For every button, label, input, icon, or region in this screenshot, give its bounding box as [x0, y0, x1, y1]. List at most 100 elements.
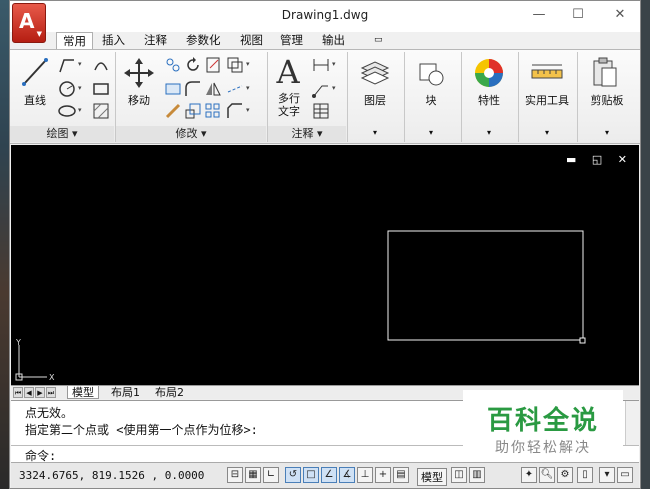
dropdown-arrow-icon[interactable]: ▾	[520, 128, 574, 137]
tab-layout2[interactable]: 布局2	[151, 386, 188, 399]
model-space-toggle[interactable]: 模型	[417, 468, 447, 486]
explode-icon[interactable]	[226, 80, 244, 98]
table-icon[interactable]	[312, 102, 330, 120]
last-tab-icon[interactable]: ⏭	[46, 387, 56, 398]
dropdown-arrow-icon[interactable]: ▾	[410, 128, 452, 137]
tab-parametric[interactable]: 参数化	[180, 32, 227, 49]
dropdown-arrow-icon[interactable]: ▾	[354, 128, 396, 137]
quick-view-layouts-icon[interactable]: ◫	[451, 467, 467, 483]
polar-tracking-icon[interactable]: ↺	[285, 467, 301, 483]
grip-handle[interactable]	[579, 337, 586, 344]
application-menu-button[interactable]: A ▼	[12, 3, 46, 43]
dynamic-ucs-icon[interactable]: ⊥	[357, 467, 373, 483]
polyline-icon[interactable]	[58, 56, 76, 74]
minimize-button[interactable]: —	[526, 5, 552, 25]
workspace-switching-icon[interactable]: ⚙	[557, 467, 573, 483]
prev-tab-icon[interactable]: ◀	[24, 387, 34, 398]
ortho-toggle-icon[interactable]: ∟	[263, 467, 279, 483]
rotate-icon[interactable]	[184, 56, 202, 74]
dropdown-arrow-icon[interactable]: ▾	[246, 106, 250, 114]
tab-output[interactable]: 输出	[316, 32, 351, 49]
lineweight-icon[interactable]: ▤	[393, 467, 409, 483]
object-snap-tracking-icon[interactable]: ∡	[339, 467, 355, 483]
modify-panel-title[interactable]: 修改 ▾	[116, 126, 266, 142]
annotation-scale-icon[interactable]: ✦	[521, 467, 537, 483]
panel-divider	[577, 52, 578, 142]
copy-icon[interactable]	[164, 56, 182, 74]
annotation-panel-title[interactable]: 注释 ▾	[268, 126, 346, 142]
hardware-acceleration-icon[interactable]: ▾	[599, 467, 615, 483]
tab-annotate[interactable]: 注释	[138, 32, 173, 49]
utilities-button[interactable]	[530, 56, 564, 90]
scale-icon[interactable]	[184, 102, 202, 120]
infer-constraints-icon[interactable]: ⊟	[227, 467, 243, 483]
ribbon-tab-bar: 常用 插入 注释 参数化 视图 管理 输出 ▭	[10, 32, 640, 49]
dropdown-arrow-icon[interactable]: ▾	[468, 128, 510, 137]
3d-osnap-icon[interactable]: ∠	[321, 467, 337, 483]
erase-icon[interactable]	[164, 102, 182, 120]
tab-insert[interactable]: 插入	[96, 32, 131, 49]
next-tab-icon[interactable]: ▶	[35, 387, 45, 398]
status-bar: 3324.6765, 819.1526 , 0.0000 ⊟ ▦ ∟ ↺ □ ∠…	[11, 462, 639, 488]
array-icon[interactable]	[204, 102, 222, 120]
drawn-rectangle[interactable]	[387, 230, 584, 341]
clean-screen-icon[interactable]: ▭	[617, 467, 633, 483]
grid-toggle-icon[interactable]: ▦	[245, 467, 261, 483]
tab-view[interactable]: 视图	[234, 32, 269, 49]
close-button[interactable]: ✕	[607, 5, 633, 25]
layers-label: 图层	[364, 94, 386, 107]
trim-icon[interactable]	[204, 56, 222, 74]
ellipse-icon[interactable]	[58, 102, 76, 120]
circle-icon[interactable]	[58, 80, 76, 98]
leader-icon[interactable]	[312, 80, 330, 98]
maximize-button[interactable]: ☐	[565, 5, 591, 25]
move-tool-label: 移动	[128, 94, 150, 107]
drawing-svg	[15, 230, 586, 381]
cursor-coordinates[interactable]: 3324.6765, 819.1526 , 0.0000	[19, 469, 204, 482]
ucs-y-label: Y	[16, 338, 21, 347]
first-tab-icon[interactable]: ⏮	[13, 387, 23, 398]
object-snap-icon[interactable]: □	[303, 467, 319, 483]
tab-model[interactable]: 模型	[67, 386, 99, 399]
desktop-background-left	[0, 0, 9, 489]
command-scrollbar[interactable]	[625, 401, 639, 445]
properties-button[interactable]	[472, 56, 506, 90]
dropdown-arrow-icon[interactable]: ▾	[246, 84, 250, 92]
ribbon-minimize-toggle[interactable]: ▭	[368, 32, 389, 49]
clipboard-label: 剪贴板	[590, 94, 624, 107]
offset-icon[interactable]	[226, 56, 244, 74]
watermark-title: 百科全说	[486, 406, 599, 436]
hatch-icon[interactable]	[92, 102, 110, 120]
fillet-icon[interactable]	[184, 80, 202, 98]
line-tool-button[interactable]	[20, 56, 50, 90]
dropdown-arrow-icon[interactable]: ▾	[582, 128, 632, 137]
block-button[interactable]	[414, 56, 448, 90]
rectangle-icon[interactable]	[92, 80, 110, 98]
text-a-icon[interactable]: A	[274, 54, 302, 90]
lock-icon[interactable]: ▯	[577, 467, 593, 483]
dropdown-arrow-icon[interactable]: ▾	[332, 60, 336, 68]
move-tool-button[interactable]	[122, 56, 156, 90]
quick-view-drawings-icon[interactable]: ▥	[469, 467, 485, 483]
dropdown-arrow-icon[interactable]: ▾	[246, 60, 250, 68]
panel-divider	[518, 52, 519, 142]
dynamic-input-icon[interactable]: +	[375, 467, 391, 483]
dropdown-arrow-icon[interactable]: ▾	[78, 84, 82, 92]
tab-layout1[interactable]: 布局1	[107, 386, 144, 399]
draw-panel-title[interactable]: 绘图 ▾	[10, 126, 114, 142]
drawing-canvas[interactable]: ▬ ◱ ✕ Y X	[11, 145, 639, 385]
stretch-icon[interactable]	[164, 80, 182, 98]
dropdown-arrow-icon[interactable]: ▾	[78, 106, 82, 114]
dropdown-arrow-icon[interactable]: ▾	[78, 60, 82, 68]
mirror-icon[interactable]	[204, 80, 222, 98]
chamfer-icon[interactable]	[226, 102, 244, 120]
tab-home[interactable]: 常用	[56, 32, 93, 49]
tab-manage[interactable]: 管理	[274, 32, 309, 49]
dimension-icon[interactable]	[312, 56, 330, 74]
dropdown-arrow-icon[interactable]: ▾	[332, 84, 336, 92]
layers-button[interactable]	[358, 56, 392, 90]
mtext-label-line2: 文字	[278, 105, 300, 118]
arc-icon[interactable]	[92, 56, 110, 74]
zoom-icon[interactable]: 🔍︎	[539, 467, 555, 483]
clipboard-button[interactable]	[588, 56, 622, 90]
